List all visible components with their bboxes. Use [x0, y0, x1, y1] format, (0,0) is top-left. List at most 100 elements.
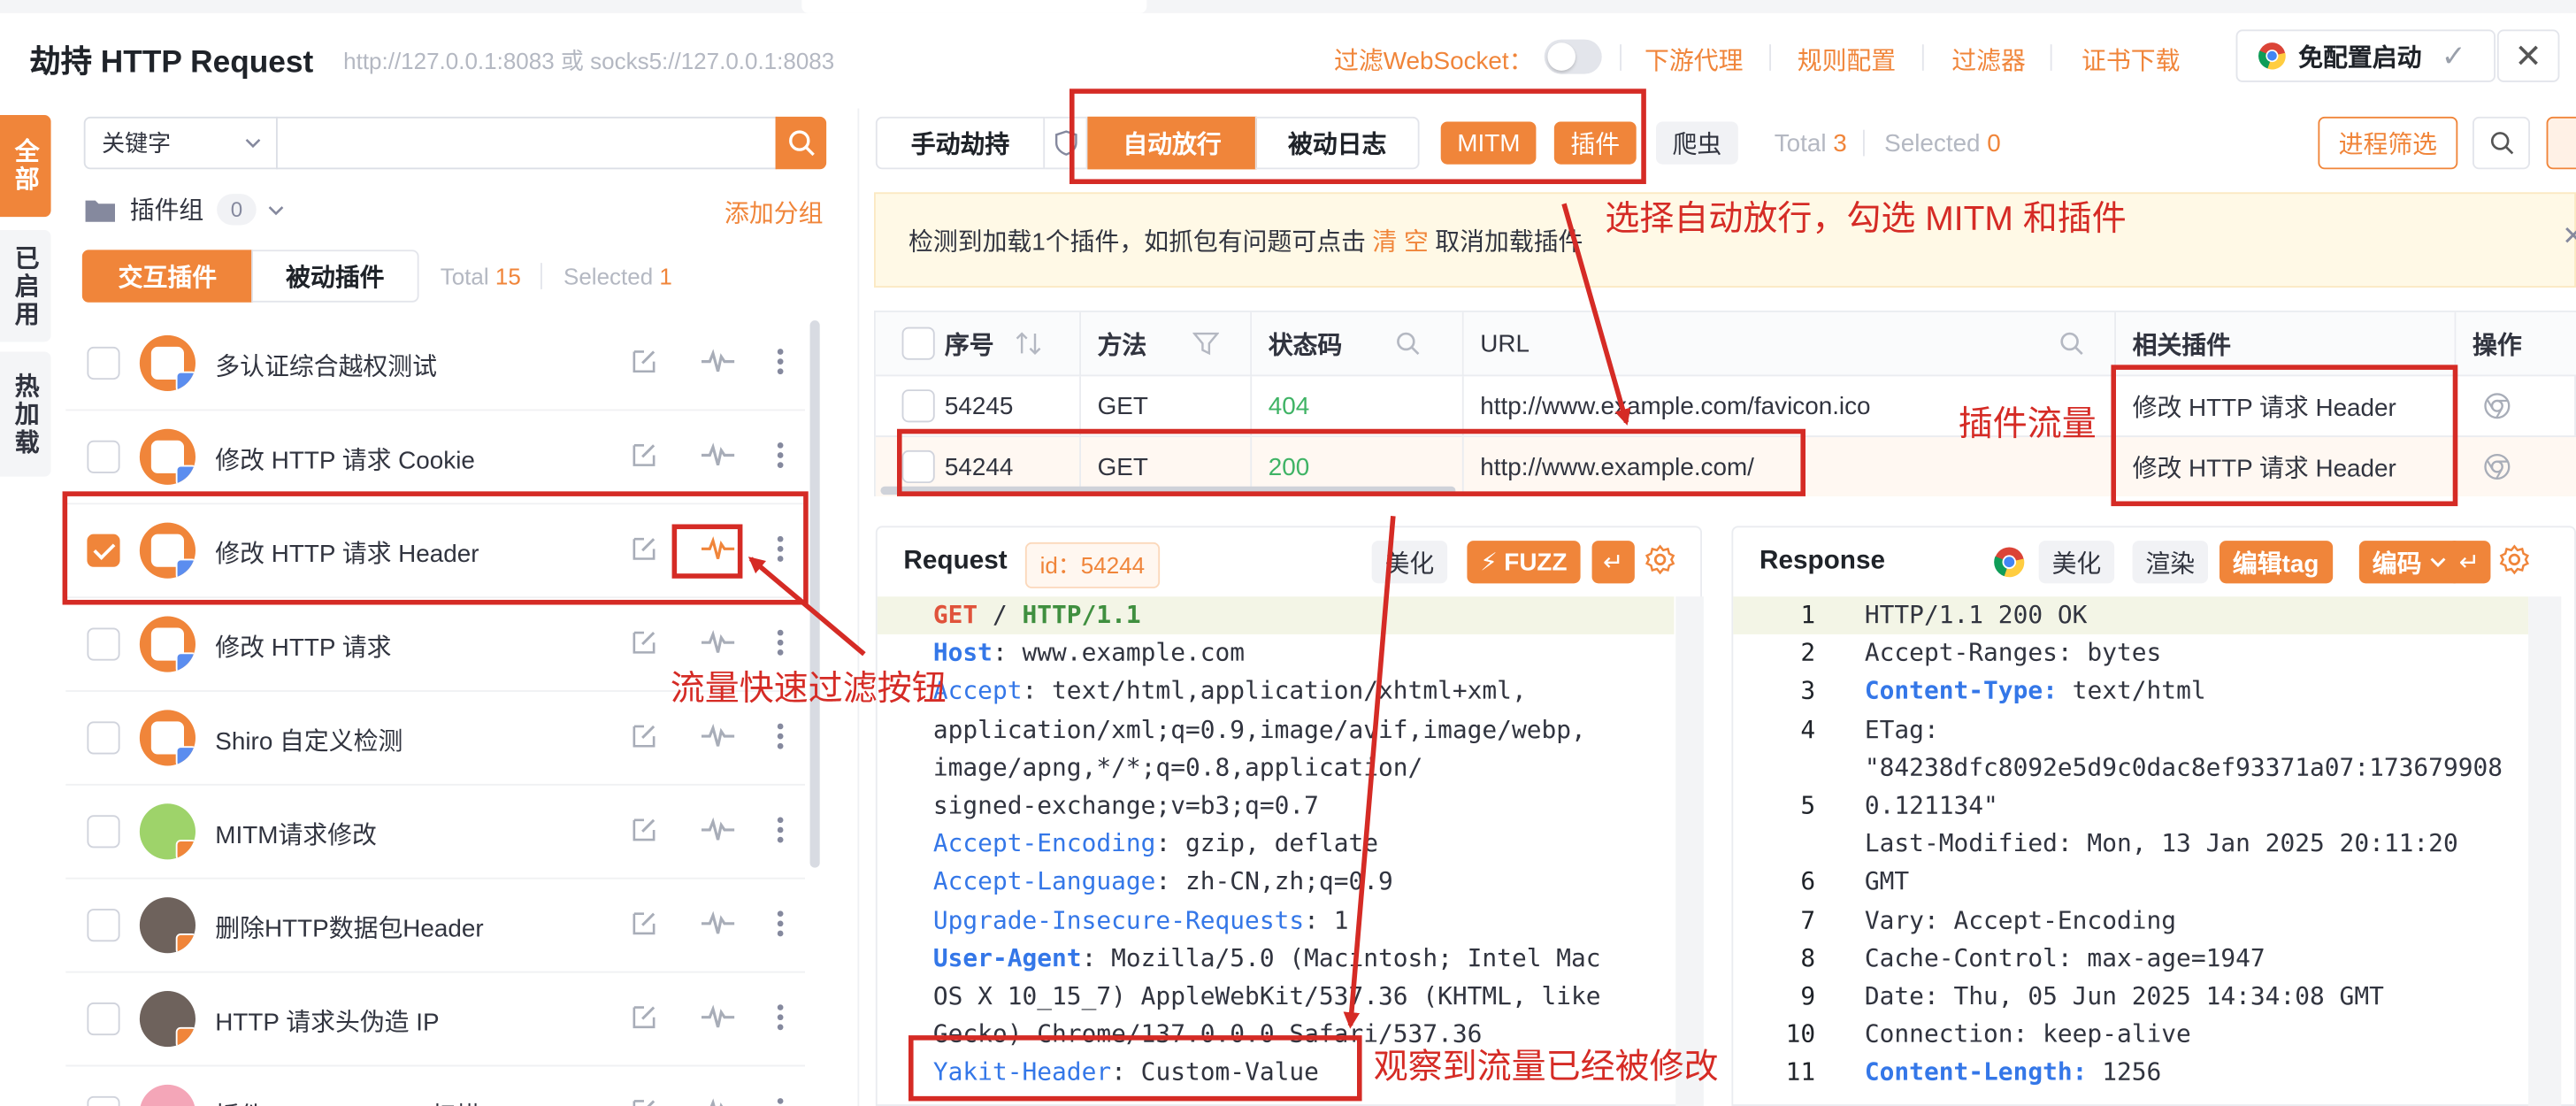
plugin-search-button[interactable]	[775, 116, 827, 170]
filter-websocket-toggle[interactable]	[1544, 39, 1602, 74]
clear-plugins-link[interactable]: 清 空	[1372, 223, 1428, 257]
filter-icon[interactable]	[1192, 330, 1220, 357]
plugin-name: MITM请求修改	[215, 821, 377, 850]
row-checkbox[interactable]	[901, 389, 935, 423]
editor-scrollbar[interactable]	[2528, 596, 2562, 1106]
response-beautify-button[interactable]: 美化	[2038, 541, 2115, 584]
traffic-filter-icon[interactable]	[699, 1002, 735, 1032]
plugin-group-selector[interactable]: 插件组 0	[84, 192, 286, 227]
edit-icon[interactable]	[629, 441, 658, 470]
more-icon[interactable]	[776, 628, 786, 657]
plugin-checkbox[interactable]	[87, 909, 120, 942]
plugin-item[interactable]: 多认证综合越权测试	[65, 317, 806, 411]
edit-icon[interactable]	[629, 909, 658, 938]
more-icon[interactable]	[776, 347, 786, 376]
response-settings-button[interactable]	[2499, 544, 2530, 584]
send-button[interactable]: ↵	[1591, 541, 1635, 584]
flow-search-button[interactable]	[2472, 116, 2531, 170]
annotation-modified: 观察到流量已经被修改	[1373, 1048, 1719, 1087]
search-icon[interactable]	[2058, 330, 2085, 357]
clear-button[interactable]	[2546, 116, 2576, 170]
edit-icon[interactable]	[629, 815, 658, 844]
plugin-checkbox[interactable]	[87, 440, 120, 473]
more-icon[interactable]	[776, 909, 786, 938]
code-token: application/xml;q=0.9,image/avif,image/w…	[932, 714, 1586, 744]
edit-icon[interactable]	[629, 1002, 658, 1032]
render-button[interactable]: 渲染	[2132, 541, 2209, 584]
more-icon[interactable]	[776, 1002, 786, 1032]
plugin-item[interactable]: 删除HTTP数据包Header	[65, 879, 806, 973]
traffic-filter-icon[interactable]	[699, 815, 735, 844]
traffic-filter-icon[interactable]	[699, 1096, 735, 1106]
downstream-proxy-link[interactable]: 下游代理	[1644, 42, 1743, 77]
traffic-filter-icon[interactable]	[699, 628, 735, 657]
more-icon[interactable]	[776, 441, 786, 470]
traffic-filter-icon[interactable]	[699, 909, 735, 938]
chrome-icon[interactable]	[2482, 391, 2511, 420]
edit-icon[interactable]	[629, 628, 658, 657]
request-settings-button[interactable]	[1644, 544, 1675, 584]
chrome-icon[interactable]	[1993, 546, 2026, 579]
tab-enabled[interactable]: 已启用	[0, 230, 51, 342]
plugin-checkbox[interactable]	[87, 815, 120, 849]
more-icon[interactable]	[776, 815, 786, 844]
plugin-list-scrollbar[interactable]	[809, 320, 820, 868]
edit-icon[interactable]	[629, 721, 658, 750]
plugin-checkbox[interactable]	[87, 1095, 120, 1106]
plugin-checkbox[interactable]	[87, 721, 120, 755]
more-icon[interactable]	[776, 1096, 786, 1106]
plugin-search-input[interactable]	[276, 116, 778, 170]
edit-tag-button[interactable]: 编辑tag	[2220, 541, 2333, 584]
panel-divider[interactable]	[857, 108, 860, 1106]
edit-icon[interactable]	[629, 1096, 658, 1106]
plugin-checkbox[interactable]	[87, 1002, 120, 1036]
request-editor[interactable]: GET / HTTP/1.1 Host: www.example.com Accep…	[933, 596, 1601, 1092]
active-window-tab[interactable]	[801, 0, 1147, 13]
response-editor[interactable]: HTTP/1.1 200 OK Accept-Ranges: bytes Conte…	[1865, 596, 2503, 1092]
column-header-url[interactable]: URL	[1463, 311, 2117, 375]
more-icon[interactable]	[776, 721, 786, 750]
encode-dropdown[interactable]: 编码	[2358, 541, 2462, 584]
editor-scrollbar[interactable]	[1675, 596, 1704, 1106]
start-no-config-button[interactable]: 免配置启动 ✓	[2235, 29, 2496, 82]
close-button[interactable]: ✕	[2496, 29, 2560, 82]
column-header-method[interactable]: 方法	[1081, 311, 1253, 375]
traffic-filter-icon[interactable]	[699, 441, 735, 470]
cert-download-link[interactable]: 证书下载	[2082, 42, 2180, 77]
plugin-item[interactable]: 修改 HTTP 请求 Cookie	[65, 411, 806, 505]
plugin-item[interactable]: 插件 Cache-Assets 扫描	[65, 1066, 805, 1106]
edit-icon[interactable]	[629, 347, 658, 376]
column-header-status[interactable]: 状态码	[1252, 311, 1464, 375]
traffic-filter-icon[interactable]	[699, 347, 735, 376]
manual-hijack-button[interactable]: 手动劫持	[875, 116, 1046, 170]
close-icon[interactable]: ✕	[2562, 220, 2576, 253]
request-beautify-button[interactable]: 美化	[1371, 541, 1448, 584]
filter-link[interactable]: 过滤器	[1951, 42, 2026, 77]
plugin-checkbox[interactable]	[87, 627, 120, 661]
column-header-id[interactable]: 序号	[875, 311, 1082, 375]
table-cell	[2456, 376, 2576, 435]
plugin-name: 修改 HTTP 请求 Cookie	[215, 447, 475, 475]
plugin-checkbox[interactable]	[87, 346, 120, 380]
select-all-checkbox[interactable]	[901, 326, 935, 360]
fuzz-button[interactable]: ⚡ FUZZ	[1467, 541, 1581, 584]
chrome-icon[interactable]	[2482, 452, 2511, 481]
tab-hot-reload[interactable]: 热加载	[0, 351, 51, 477]
sort-icon[interactable]	[1014, 330, 1043, 357]
add-group-link[interactable]: 添加分组	[724, 196, 823, 230]
plugin-item[interactable]: MITM请求修改	[65, 786, 806, 879]
crawler-tag-toggle[interactable]: 爬虫	[1656, 121, 1738, 165]
traffic-filter-icon[interactable]	[699, 721, 735, 750]
response-send-button[interactable]: ↵	[2448, 541, 2491, 584]
code-line: image/apng,*/*;q=0.8,application/	[933, 749, 1601, 787]
plugin-actions	[629, 441, 785, 470]
tab-passive-plugins[interactable]: 被动插件	[251, 250, 419, 303]
plugin-item[interactable]: HTTP 请求头伪造 IP	[65, 973, 806, 1067]
search-type-select[interactable]: 关键字	[83, 116, 278, 170]
line-number: 6	[1800, 866, 1816, 896]
process-filter-button[interactable]: 进程筛选	[2318, 116, 2458, 170]
rule-config-link[interactable]: 规则配置	[1798, 42, 1896, 77]
search-icon[interactable]	[1395, 330, 1422, 357]
tab-interactive-plugins[interactable]: 交互插件	[81, 250, 254, 303]
tab-all[interactable]: 全部	[0, 115, 51, 218]
